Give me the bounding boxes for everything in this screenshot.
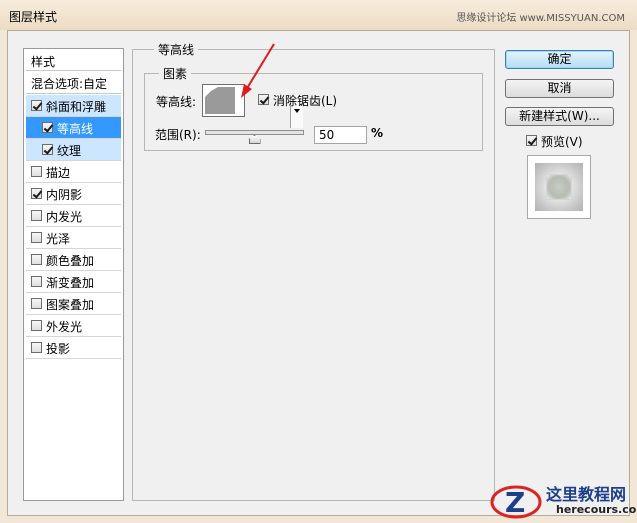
style-item-label: 纹理 <box>57 144 82 158</box>
style-item-label: 内阴影 <box>46 188 83 202</box>
stroke-checkbox[interactable] <box>31 166 42 177</box>
gradient-overlay-checkbox[interactable] <box>31 276 42 287</box>
style-item-bevel-emboss[interactable]: 斜面和浮雕 <box>26 95 121 117</box>
style-list: 样式 混合选项:自定 斜面和浮雕 等高线 纹理 描边 内阴影 内发光 光泽 颜色… <box>23 48 124 501</box>
contour-curve-icon <box>205 87 235 114</box>
svg-text:Z: Z <box>505 486 525 519</box>
contour-settings-group: 等高线 图素 等高线: 消除锯齿(L) 范围(R): % <box>132 41 495 501</box>
style-item-label: 内发光 <box>46 210 83 224</box>
texture-checkbox[interactable] <box>42 144 53 155</box>
style-item-label: 描边 <box>46 166 71 180</box>
antialias-checkbox[interactable] <box>258 94 269 105</box>
contour-checkbox[interactable] <box>42 122 53 133</box>
style-item-outer-glow[interactable]: 外发光 <box>26 315 121 337</box>
contour-label: 等高线: <box>156 95 197 109</box>
style-item-label: 光泽 <box>46 232 71 246</box>
style-item-label: 渐变叠加 <box>46 276 95 290</box>
ok-button[interactable]: 确定 <box>505 50 614 69</box>
contour-picker[interactable] <box>202 84 303 128</box>
style-item-inner-shadow[interactable]: 内阴影 <box>26 183 121 205</box>
style-item-label: 斜面和浮雕 <box>46 100 107 114</box>
new-style-button[interactable]: 新建样式(W)... <box>505 107 614 126</box>
preview-checkbox[interactable] <box>526 135 537 146</box>
style-item-inner-glow[interactable]: 内发光 <box>26 205 121 227</box>
style-item-label: 图案叠加 <box>46 298 95 312</box>
style-item-label: 投影 <box>46 342 71 356</box>
style-item-satin[interactable]: 光泽 <box>26 227 121 249</box>
group-title: 等高线 <box>154 41 199 58</box>
style-item-label: 等高线 <box>57 122 94 136</box>
style-item-pattern-overlay[interactable]: 图案叠加 <box>26 293 121 315</box>
style-item-label: 外发光 <box>46 320 83 334</box>
range-slider-thumb[interactable] <box>248 135 261 144</box>
satin-checkbox[interactable] <box>31 232 42 243</box>
inner-shadow-checkbox[interactable] <box>31 188 42 199</box>
range-label: 范围(R): <box>155 128 201 142</box>
preview-core <box>546 174 572 200</box>
antialias-label[interactable]: 消除锯齿(L) <box>273 92 337 109</box>
site-logo-icon: Z <box>490 485 542 519</box>
title-bar[interactable]: 图层样式 思缘设计论坛 www.MISSYUAN.COM <box>0 0 637 30</box>
style-item-contour[interactable]: 等高线 <box>26 117 121 139</box>
range-input[interactable] <box>314 126 367 144</box>
site-name: 这里教程网 <box>546 485 627 504</box>
elements-subgroup: 图素 等高线: 消除锯齿(L) 范围(R): % <box>144 65 483 151</box>
blend-options-item[interactable]: 混合选项:自定 <box>26 72 121 94</box>
pattern-overlay-checkbox[interactable] <box>31 298 42 309</box>
forum-watermark: 思缘设计论坛 www.MISSYUAN.COM <box>456 13 625 24</box>
style-preview <box>527 155 591 219</box>
style-item-stroke[interactable]: 描边 <box>26 161 121 183</box>
style-list-header[interactable]: 样式 <box>26 51 121 71</box>
inner-glow-checkbox[interactable] <box>31 210 42 221</box>
site-url: herecours.com <box>556 503 637 516</box>
preview-swatch <box>535 163 583 211</box>
drop-shadow-checkbox[interactable] <box>31 342 42 353</box>
range-unit: % <box>371 126 384 140</box>
style-item-label: 颜色叠加 <box>46 254 95 268</box>
bevel-emboss-checkbox[interactable] <box>31 100 42 111</box>
range-slider[interactable] <box>205 130 304 135</box>
subgroup-title: 图素 <box>159 65 192 82</box>
style-item-drop-shadow[interactable]: 投影 <box>26 337 121 359</box>
window-title: 图层样式 <box>9 10 58 24</box>
style-item-color-overlay[interactable]: 颜色叠加 <box>26 249 121 271</box>
outer-glow-checkbox[interactable] <box>31 320 42 331</box>
cancel-button[interactable]: 取消 <box>505 79 614 98</box>
style-item-gradient-overlay[interactable]: 渐变叠加 <box>26 271 121 293</box>
color-overlay-checkbox[interactable] <box>31 254 42 265</box>
dialog-client-area: 样式 混合选项:自定 斜面和浮雕 等高线 纹理 描边 内阴影 内发光 光泽 颜色… <box>7 30 630 516</box>
style-item-texture[interactable]: 纹理 <box>26 139 121 161</box>
preview-label[interactable]: 预览(V) <box>541 133 583 150</box>
